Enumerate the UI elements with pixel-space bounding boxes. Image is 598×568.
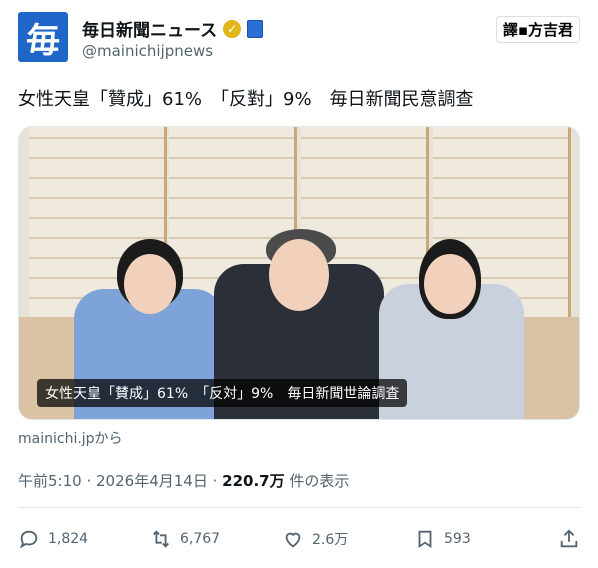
reply-button[interactable]: 1,824 bbox=[18, 528, 150, 550]
link-source[interactable]: mainichi.jpから bbox=[18, 428, 123, 448]
meta-separator: · bbox=[86, 472, 97, 490]
heart-icon bbox=[285, 532, 301, 548]
display-name[interactable]: 毎日新聞ニュース bbox=[82, 16, 217, 41]
share-icon bbox=[560, 529, 578, 548]
repost-icon bbox=[153, 530, 169, 548]
organization-badge-icon bbox=[247, 19, 264, 38]
verified-badge-icon: ✓ bbox=[223, 19, 242, 38]
bookmark-button[interactable]: 593 bbox=[414, 528, 546, 550]
user-handle[interactable]: @mainichijpnews bbox=[82, 42, 213, 60]
views-label: 件の表示 bbox=[289, 472, 350, 490]
action-bar: 1,824 6,767 2.6万 593 bbox=[18, 526, 580, 552]
views-count: 220.7万 bbox=[222, 472, 285, 490]
bookmark-count: 593 bbox=[444, 531, 471, 547]
avatar[interactable]: 毎 bbox=[18, 12, 68, 62]
tweet-meta: 午前5:10 · 2026年4月14日 · 220.7万 件の表示 bbox=[18, 470, 349, 491]
divider bbox=[18, 507, 580, 508]
name-row: 毎日新聞ニュース ✓ bbox=[82, 16, 264, 41]
tweet-header: 毎 毎日新聞ニュース ✓ @mainichijpnews 譯▪方吉君 bbox=[18, 12, 580, 64]
timestamp-time[interactable]: 午前5:10 bbox=[18, 472, 82, 490]
share-button[interactable] bbox=[558, 528, 580, 550]
timestamp-date[interactable]: 2026年4月14日 bbox=[96, 472, 208, 490]
tweet-text: 女性天皇「贊成」61% 「反對」9% 毎日新聞民意調查 bbox=[18, 89, 474, 110]
media-caption: 女性天皇「賛成」61% 「反対」9% 毎日新聞世論調査 bbox=[37, 379, 408, 407]
like-count: 2.6万 bbox=[312, 532, 349, 548]
tweet-media-image[interactable]: 女性天皇「賛成」61% 「反対」9% 毎日新聞世論調査 bbox=[18, 126, 580, 420]
repost-button[interactable]: 6,767 bbox=[150, 528, 282, 550]
bookmark-icon bbox=[418, 530, 432, 549]
meta-separator: · bbox=[212, 472, 223, 490]
like-button[interactable]: 2.6万 bbox=[282, 528, 414, 550]
reply-count: 1,824 bbox=[48, 531, 89, 547]
translator-watermark: 譯▪方吉君 bbox=[495, 16, 580, 43]
repost-count: 6,767 bbox=[180, 531, 221, 547]
reply-icon bbox=[19, 530, 38, 549]
